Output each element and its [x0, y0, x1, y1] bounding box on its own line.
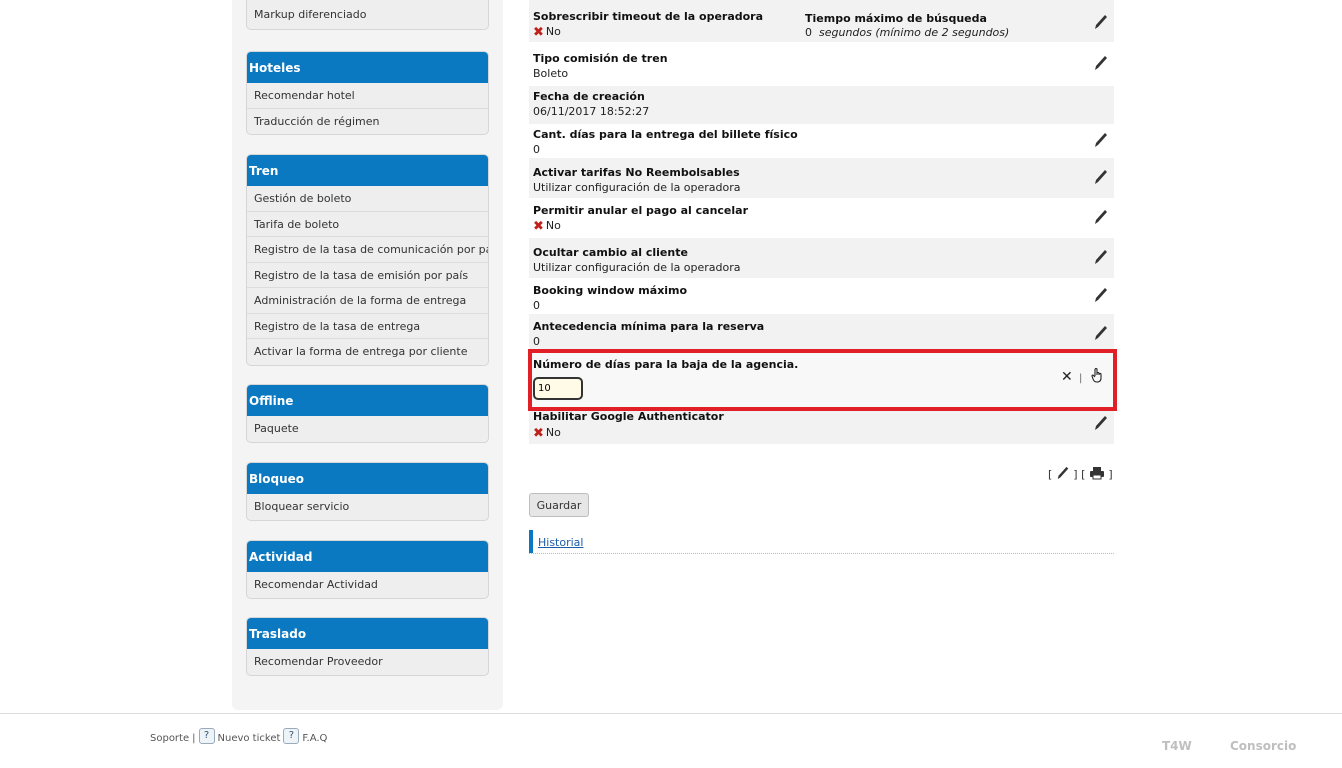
print-icon[interactable]: [1089, 466, 1105, 480]
setting-value: 0: [533, 143, 540, 156]
setting-value: ✖ No: [533, 426, 561, 441]
sidebar-block-offline: Offline Paquete: [246, 384, 489, 443]
save-button[interactable]: Guardar: [529, 493, 589, 517]
sidebar-block-bloqueo: Bloqueo Bloquear servicio: [246, 462, 489, 521]
sidebar-item-traduccion-regimen[interactable]: Traducción de régimen: [247, 109, 488, 135]
pencil-icon[interactable]: [1094, 249, 1108, 265]
sidebar-block-title: Hoteles: [247, 52, 488, 83]
history-link[interactable]: Historial: [538, 536, 583, 549]
setting-value: 06/11/2017 18:52:27: [533, 105, 650, 118]
sidebar-block-tren: Tren Gestión de boleto Tarifa de boleto …: [246, 154, 489, 366]
setting-row: Permitir anular el pago al cancelar ✖ No: [529, 198, 1114, 238]
setting-label: Permitir anular el pago al cancelar: [533, 204, 749, 217]
pencil-icon[interactable]: [1094, 287, 1108, 303]
sidebar-block-hoteles: Hoteles Recomendar hotel Traducción de r…: [246, 51, 489, 135]
setting-value: ✖ No: [533, 219, 561, 234]
pencil-icon[interactable]: [1094, 415, 1108, 431]
setting-row: Cant. días para la entrega del billete f…: [529, 124, 1114, 158]
pencil-icon[interactable]: [1094, 132, 1108, 148]
setting-row: Tipo comisión de tren Boleto: [529, 42, 1114, 86]
sidebar-item-paquete[interactable]: Paquete: [247, 416, 488, 442]
history-accent-bar: [529, 530, 533, 553]
sidebar-block-title: Traslado: [247, 618, 488, 649]
setting-value: 0 segundos (mínimo de 2 segundos): [805, 26, 1010, 39]
editing-highlight: [528, 349, 1117, 411]
footer-divider: [0, 713, 1342, 714]
setting-row: Habilitar Google Authenticator ✖ No: [529, 408, 1114, 444]
sidebar-item-tasa-entrega[interactable]: Registro de la tasa de entrega: [247, 314, 488, 339]
setting-value: Utilizar configuración de la operadora: [533, 261, 741, 274]
sidebar-item-markup-diferenciado[interactable]: Markup diferenciado: [247, 0, 488, 29]
edit-all-icon[interactable]: [1056, 466, 1070, 480]
setting-label: Ocultar cambio al cliente: [533, 246, 688, 259]
setting-label: Booking window máximo: [533, 284, 688, 297]
sidebar-block-title: Actividad: [247, 541, 488, 572]
sidebar-block-title: Tren: [247, 155, 488, 186]
setting-value: Boleto: [533, 67, 569, 80]
setting-row: Ocultar cambio al cliente Utilizar confi…: [529, 238, 1114, 278]
pencil-icon[interactable]: [1094, 209, 1108, 225]
help-icon: ?: [283, 728, 300, 744]
sidebar-item-gestion-boleto[interactable]: Gestión de boleto: [247, 186, 488, 212]
no-icon: ✖: [533, 426, 544, 441]
sidebar-item-recomendar-actividad[interactable]: Recomendar Actividad: [247, 572, 488, 598]
sidebar-item-forma-entrega[interactable]: Administración de la forma de entrega: [247, 288, 488, 314]
pencil-icon[interactable]: [1094, 55, 1108, 71]
pencil-icon[interactable]: [1094, 169, 1108, 185]
setting-row: Sobrescribir timeout de la operadora ✖ No…: [529, 0, 1114, 42]
sidebar-block-title: Bloqueo: [247, 463, 488, 494]
setting-label: Fecha de creación: [533, 90, 645, 103]
setting-row: Fecha de creación 06/11/2017 18:52:27: [529, 86, 1114, 124]
faq-link[interactable]: F.A.Q: [302, 733, 327, 744]
setting-row: Antecedencia mínima para la reserva 0: [529, 314, 1114, 352]
new-ticket-link[interactable]: Nuevo ticket: [218, 733, 281, 744]
footer-links: Soporte | ? Nuevo ticket ? F.A.Q: [150, 728, 328, 744]
help-icon: ?: [198, 728, 215, 744]
setting-label: Tipo comisión de tren: [533, 52, 668, 65]
brand-logo-t4w: T4W: [1162, 739, 1192, 753]
setting-label: Cant. días para la entrega del billete f…: [533, 128, 798, 141]
sidebar-item-tasa-comunicacion[interactable]: Registro de la tasa de comunicación por …: [247, 237, 488, 263]
setting-row: Booking window máximo 0: [529, 278, 1114, 314]
setting-value: Utilizar configuración de la operadora: [533, 181, 741, 194]
sidebar-block-traslado: Traslado Recomendar Proveedor: [246, 617, 489, 676]
setting-value: 0: [533, 299, 540, 312]
setting-value: ✖ No: [533, 25, 561, 40]
setting-label: Antecedencia mínima para la reserva: [533, 320, 765, 333]
no-icon: ✖: [533, 25, 544, 40]
setting-label: Tiempo máximo de búsqueda: [805, 12, 987, 25]
sidebar-item-recomendar-proveedor[interactable]: Recomendar Proveedor: [247, 649, 488, 675]
sidebar: Markup diferenciado Hoteles Recomendar h…: [232, 0, 503, 710]
panel-tools: [ ] [ ]: [1048, 466, 1113, 481]
sidebar-item-activar-forma-entrega[interactable]: Activar la forma de entrega por cliente: [247, 339, 488, 365]
no-icon: ✖: [533, 219, 544, 234]
pencil-icon[interactable]: [1094, 14, 1108, 30]
sidebar-block-title: Offline: [247, 385, 488, 416]
setting-value: 0: [533, 335, 540, 348]
sidebar-item-tasa-emision[interactable]: Registro de la tasa de emisión por país: [247, 263, 488, 288]
sidebar-item-recomendar-hotel[interactable]: Recomendar hotel: [247, 83, 488, 109]
sidebar-item-bloquear-servicio[interactable]: Bloquear servicio: [247, 494, 488, 520]
brand-logo-consorcio: Consorcio: [1230, 739, 1297, 753]
sidebar-block-actividad: Actividad Recomendar Actividad: [246, 540, 489, 599]
sidebar-item-tarifa-boleto[interactable]: Tarifa de boleto: [247, 212, 488, 237]
setting-label: Habilitar Google Authenticator: [533, 410, 724, 423]
pencil-icon[interactable]: [1094, 325, 1108, 341]
setting-row: Activar tarifas No Reembolsables Utiliza…: [529, 158, 1114, 198]
sidebar-block-markup: Markup diferenciado: [246, 0, 489, 30]
setting-label: Sobrescribir timeout de la operadora: [533, 10, 764, 23]
setting-label: Activar tarifas No Reembolsables: [533, 166, 740, 179]
history-section: Historial: [529, 530, 1114, 554]
support-link[interactable]: Soporte: [150, 733, 189, 744]
